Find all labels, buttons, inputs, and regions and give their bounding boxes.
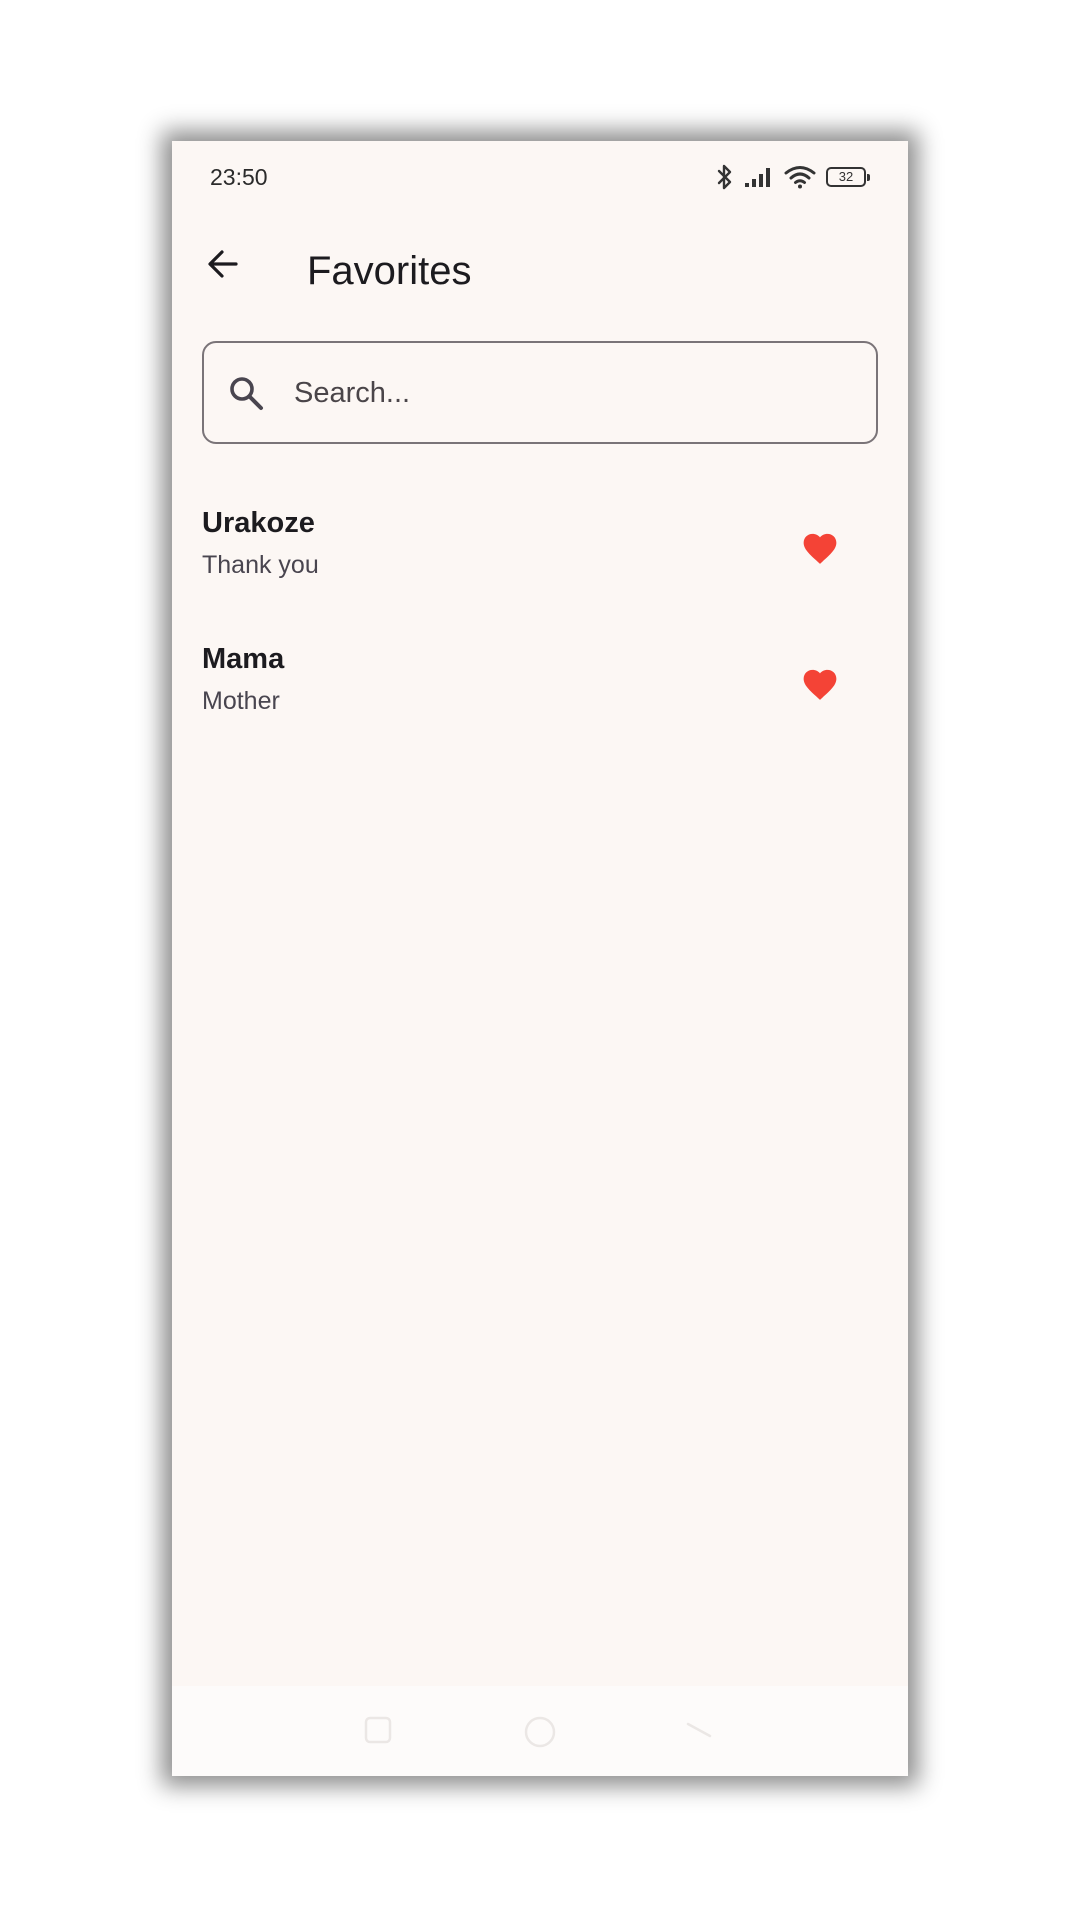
arrow-back-icon [206,247,240,286]
favorite-toggle-button[interactable] [792,657,848,713]
battery-icon: 32 [826,167,870,187]
status-time: 23:50 [210,164,268,190]
item-word: Urakoze [202,507,315,539]
favorites-list: Urakoze Thank you Mama Mother [172,481,908,753]
page-title: Favorites [307,249,472,293]
search-input[interactable] [292,343,856,444]
battery-level: 32 [838,169,854,184]
screenshot-stage: 23:50 32 Favorites Search... Urakoze Tha… [0,0,1080,1920]
search-field[interactable] [202,341,878,444]
wifi-icon [784,165,816,189]
status-bar: 23:50 32 [172,141,908,221]
heart-icon [800,529,840,570]
home-button[interactable] [522,1714,558,1755]
status-icons: 32 [716,163,870,191]
nav-back-button[interactable] [682,1714,716,1751]
list-item[interactable]: Mama Mother [172,617,908,753]
item-translation: Mother [202,687,280,715]
phone-screen: 23:50 32 Favorites Search... Urakoze Tha… [172,141,908,1776]
system-nav-bar [172,1686,908,1776]
recents-button[interactable] [362,1714,394,1751]
search-icon [228,375,264,416]
bluetooth-icon [716,163,734,191]
heart-icon [800,665,840,706]
item-word: Mama [202,643,285,675]
list-item[interactable]: Urakoze Thank you [172,481,908,617]
cellular-signal-icon [744,166,774,188]
item-translation: Thank you [202,551,319,579]
back-button[interactable] [196,239,250,293]
favorite-toggle-button[interactable] [792,521,848,577]
app-bar: Favorites [172,221,908,321]
